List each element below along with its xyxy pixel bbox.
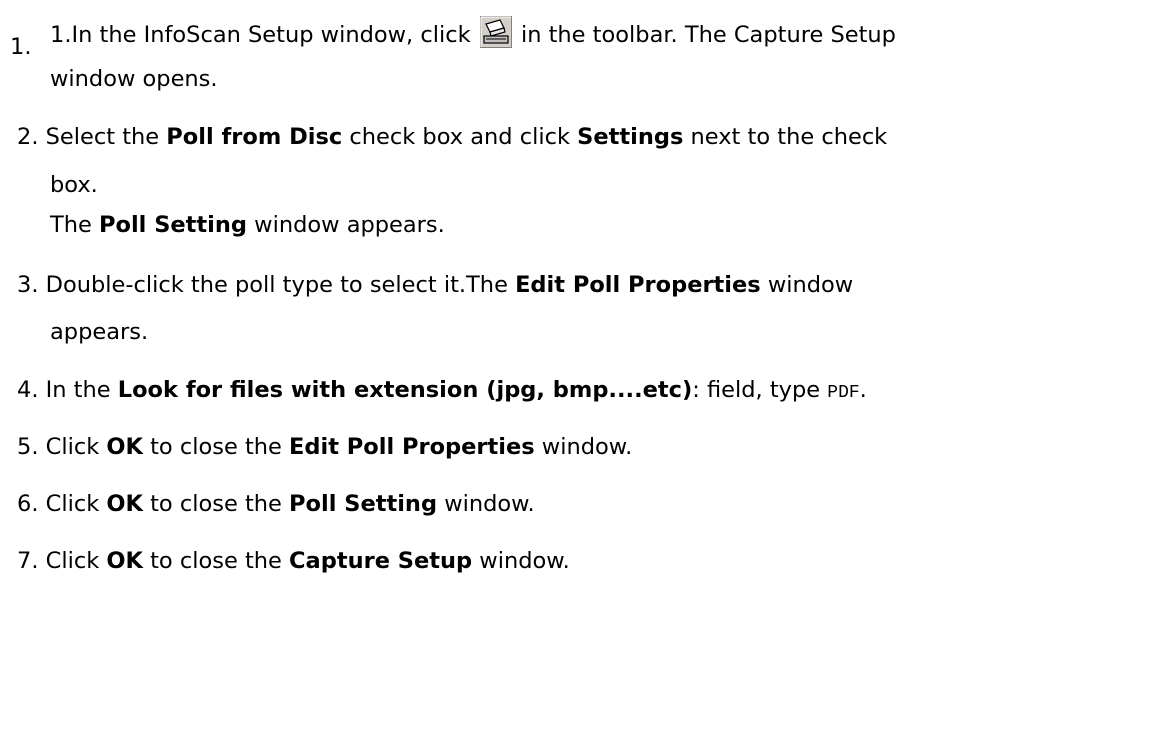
step-text: 2. Select the Poll from Disc check box a… bbox=[17, 124, 888, 150]
step-text-continued: window opens. bbox=[50, 66, 218, 92]
step-text: 1.In the InfoScan Setup window, click in… bbox=[50, 16, 896, 50]
scanner-icon[interactable] bbox=[479, 16, 512, 48]
step-text-continued: box. bbox=[50, 172, 98, 198]
step-text: 4. In the Look for files with extension … bbox=[17, 377, 867, 403]
step-text: 5. Click OK to close the Edit Poll Prope… bbox=[17, 434, 633, 460]
step-text: 7. Click OK to close the Capture Setup w… bbox=[17, 548, 570, 574]
step-number: 2. bbox=[17, 124, 39, 150]
step-number: 6. bbox=[17, 491, 39, 517]
step-result: The Poll Setting window appears. bbox=[50, 212, 445, 238]
step-text: 3. Double-click the poll type to select … bbox=[17, 272, 854, 298]
step-number: 7. bbox=[17, 548, 39, 574]
code-value: PDF bbox=[827, 383, 860, 403]
step-number: 4. bbox=[17, 377, 39, 403]
step-text-continued: appears. bbox=[50, 319, 149, 345]
step-text: 6. Click OK to close the Poll Setting wi… bbox=[17, 491, 535, 517]
instructions-document: 1. 1.In the InfoScan Setup window, click… bbox=[0, 0, 1161, 735]
step-number: 3. bbox=[17, 272, 39, 298]
step-number: 1. bbox=[10, 34, 32, 60]
step-number: 5. bbox=[17, 434, 39, 460]
